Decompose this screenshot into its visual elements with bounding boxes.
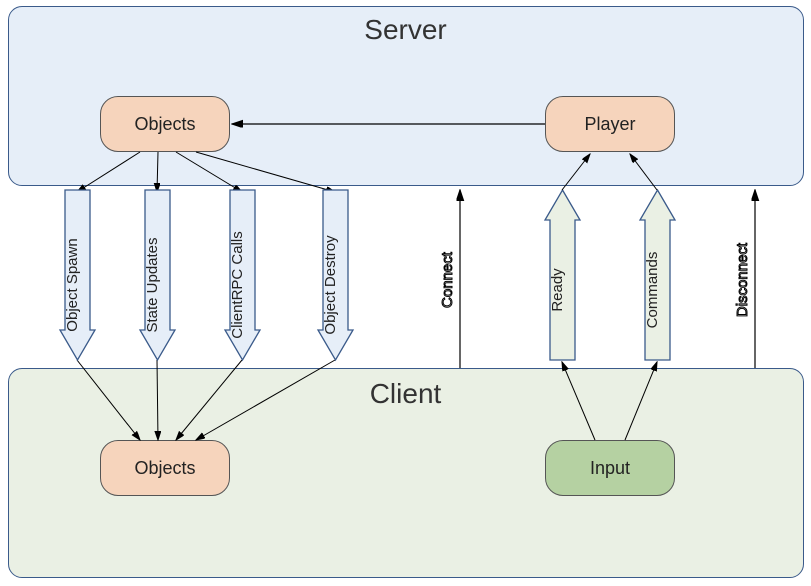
disconnect-arrow: Disconnect — [0, 0, 811, 586]
diagram-canvas: Server Client Objects Player Objects Inp… — [0, 0, 811, 586]
disconnect-label: Disconnect — [734, 242, 751, 317]
